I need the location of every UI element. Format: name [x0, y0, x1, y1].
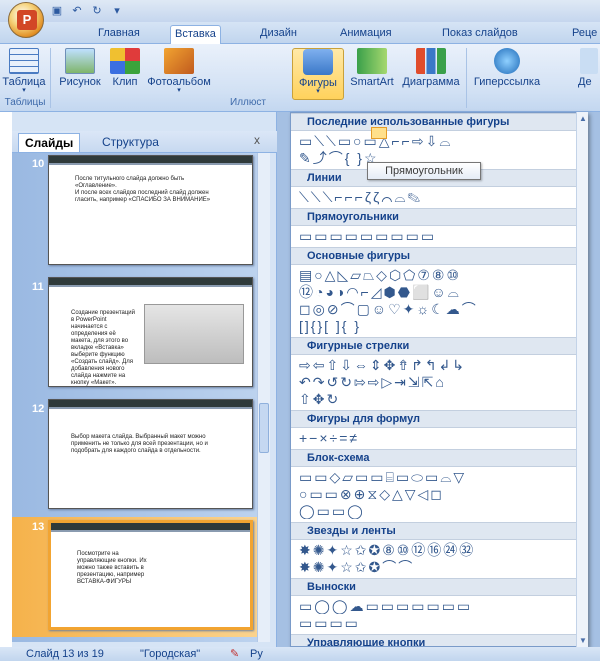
- table-button[interactable]: Таблица ▾: [2, 48, 46, 100]
- slide-text: Посмотрите на управляющие кнопки. Их мож…: [77, 551, 149, 585]
- undo-icon[interactable]: ↶: [70, 4, 84, 18]
- shape-row[interactable]: ⑫◔◕◑◠⌐◿⬢⬣⬜☺⌓: [299, 284, 575, 300]
- slide-number: 12: [32, 403, 45, 415]
- shape-row[interactable]: ◻◎⊘⌒▢☺♡✦☼☾☁⌒: [299, 301, 575, 317]
- gallery-section-header: Фигурные стрелки: [291, 337, 587, 355]
- globe-link-icon: [494, 48, 520, 74]
- shape-row[interactable]: ⟍⟍⟍⌐⌐⌐ζζ⌒⌓✎: [299, 189, 575, 205]
- slide-screenshot-image: [144, 304, 244, 364]
- photo-album-icon: [164, 48, 194, 74]
- chart-icon: [416, 48, 446, 74]
- gallery-section-header: Блок-схема: [291, 449, 587, 467]
- status-bar: Слайд 13 из 19 "Городская" ✎ Ру: [0, 647, 600, 661]
- clip-button[interactable]: Клип: [106, 48, 144, 100]
- gallery-section-header: Звезды и ленты: [291, 522, 587, 540]
- slide-number: 10: [32, 158, 45, 170]
- slide-text: Выбор макета слайда. Выбранный макет мож…: [71, 434, 210, 454]
- shape-row[interactable]: ▭◯◯☁▭▭▭▭▭▭▭: [299, 598, 575, 614]
- tab-animation[interactable]: Анимация: [336, 25, 396, 44]
- smartart-button[interactable]: SmartArt: [346, 48, 398, 100]
- slide-number: 11: [32, 281, 44, 293]
- pane-tab-bar: Слайды Структура: [12, 131, 277, 153]
- language-status[interactable]: Ру: [250, 647, 263, 661]
- tab-slides[interactable]: Слайды: [18, 133, 81, 152]
- slide-thumbnail[interactable]: Выбор макета слайда. Выбранный макет мож…: [48, 399, 253, 509]
- gallery-section-header: Основные фигуры: [291, 247, 587, 265]
- shape-row[interactable]: ▭▭◇▱▭▭⌸▭⬭▭⌓▽: [299, 469, 575, 485]
- gallery-scrollbar[interactable]: ▲ ▼: [576, 112, 588, 647]
- shape-row[interactable]: ▭⟍⟍▭○▭△⌐⌐⇨⇩⌓: [299, 133, 575, 149]
- close-pane-icon[interactable]: x: [254, 133, 260, 147]
- shape-row[interactable]: ▭▭▭▭: [299, 615, 575, 631]
- rectangle-shape-hover[interactable]: [371, 127, 387, 139]
- shape-row[interactable]: ✸✺✦☆✩✪⑧⑩⑫⑯㉔㉜: [299, 542, 575, 558]
- theme-status[interactable]: "Городская": [140, 647, 200, 661]
- shape-row[interactable]: ↶↷↺↻⇰⇨▷⇥⇲⇱⌂: [299, 374, 575, 390]
- table-icon: [9, 48, 39, 74]
- slide-thumbnails-list: 10 После титульного слайда должно быть «…: [12, 153, 257, 642]
- clipart-icon: [110, 48, 140, 74]
- gallery-section-header: Управляющие кнопки: [291, 634, 587, 646]
- slide-text: После титульного слайда должно быть «Огл…: [75, 176, 211, 203]
- slide-thumbnail[interactable]: Создание презентаций в PowerPoint начина…: [48, 277, 253, 387]
- gallery-section-header: Прямоугольники: [291, 208, 587, 226]
- shape-row[interactable]: []{}[ ]{ }: [299, 318, 575, 334]
- gallery-section-header: Выноски: [291, 578, 587, 596]
- shape-row[interactable]: ▤○△◺▱⏢◇⬡⬠⑦⑧⑩: [299, 267, 575, 283]
- action-button[interactable]: Де: [578, 48, 600, 100]
- group-label-illustrations: Иллюст: [230, 97, 266, 108]
- picture-icon: [65, 48, 95, 74]
- scroll-down-icon[interactable]: ▼: [579, 636, 587, 645]
- office-logo-icon: P: [17, 10, 37, 30]
- tab-home[interactable]: Главная: [94, 25, 144, 44]
- shape-row[interactable]: ○▭▭⊗⊕⧖◇△▽◁◻: [299, 486, 575, 502]
- shape-row[interactable]: ◯▭▭◯: [299, 503, 575, 519]
- ribbon-tab-bar: Главная Вставка Дизайн Анимация Показ сл…: [0, 22, 600, 45]
- shapes-button[interactable]: Фигуры ▾: [292, 48, 344, 100]
- save-icon[interactable]: ▣: [50, 4, 64, 18]
- shapes-gallery: Последние использованные фигуры ▭⟍⟍▭○▭△⌐⌐…: [290, 112, 588, 647]
- scroll-up-icon[interactable]: ▲: [579, 114, 587, 123]
- customize-qat-icon[interactable]: ▾: [110, 4, 124, 18]
- quick-access-toolbar: ▣ ↶ ↻ ▾: [50, 3, 124, 19]
- tab-slideshow[interactable]: Показ слайдов: [438, 25, 522, 44]
- shape-row[interactable]: ⇨⇦⇧⇩⇔⇕✥⇮↱↰↲↳: [299, 357, 575, 373]
- gallery-section-header: Последние использованные фигуры: [291, 113, 587, 131]
- hyperlink-button[interactable]: Гиперссылка: [470, 48, 544, 100]
- slide-text: Создание презентаций в PowerPoint начина…: [71, 310, 137, 386]
- ribbon: Таблица ▾ Рисунок Клип Фотоальбом ▾ Фигуры…: [0, 44, 600, 112]
- smartart-icon: [357, 48, 387, 74]
- shape-row[interactable]: ⇧✥↻: [299, 391, 575, 407]
- tab-review[interactable]: Реце: [568, 25, 600, 44]
- action-icon: [580, 48, 598, 74]
- picture-button[interactable]: Рисунок: [54, 48, 106, 100]
- photo-album-button[interactable]: Фотоальбом ▾: [146, 48, 212, 100]
- slide-thumbnail[interactable]: После титульного слайда должно быть «Огл…: [48, 155, 253, 265]
- pane-scrollbar[interactable]: [257, 153, 270, 642]
- slide-count-status: Слайд 13 из 19: [26, 648, 104, 660]
- shape-tooltip: Прямоугольник: [367, 162, 481, 180]
- tab-outline[interactable]: Структура: [96, 133, 165, 152]
- tab-design[interactable]: Дизайн: [256, 25, 301, 44]
- office-button[interactable]: P: [8, 2, 44, 38]
- shapes-icon: [303, 49, 333, 75]
- chart-button[interactable]: Диаграмма: [398, 48, 464, 100]
- slide-thumbnail-selected[interactable]: Посмотрите на управляющие кнопки. Их мож…: [48, 520, 253, 630]
- shape-row[interactable]: ▭▭▭▭▭▭▭▭▭: [299, 228, 575, 244]
- tab-insert[interactable]: Вставка: [170, 25, 221, 45]
- slide-number: 13: [32, 521, 45, 533]
- shape-row[interactable]: +−×÷=≠: [299, 430, 575, 446]
- group-label-tables: Таблицы: [4, 97, 46, 108]
- gallery-section-header: Фигуры для формул: [291, 410, 587, 428]
- spellcheck-icon[interactable]: ✎: [230, 647, 239, 661]
- shape-row[interactable]: ✸✺✦☆✩✪⌒⌒: [299, 559, 575, 575]
- scroll-thumb[interactable]: [259, 403, 269, 453]
- redo-icon[interactable]: ↻: [90, 4, 104, 18]
